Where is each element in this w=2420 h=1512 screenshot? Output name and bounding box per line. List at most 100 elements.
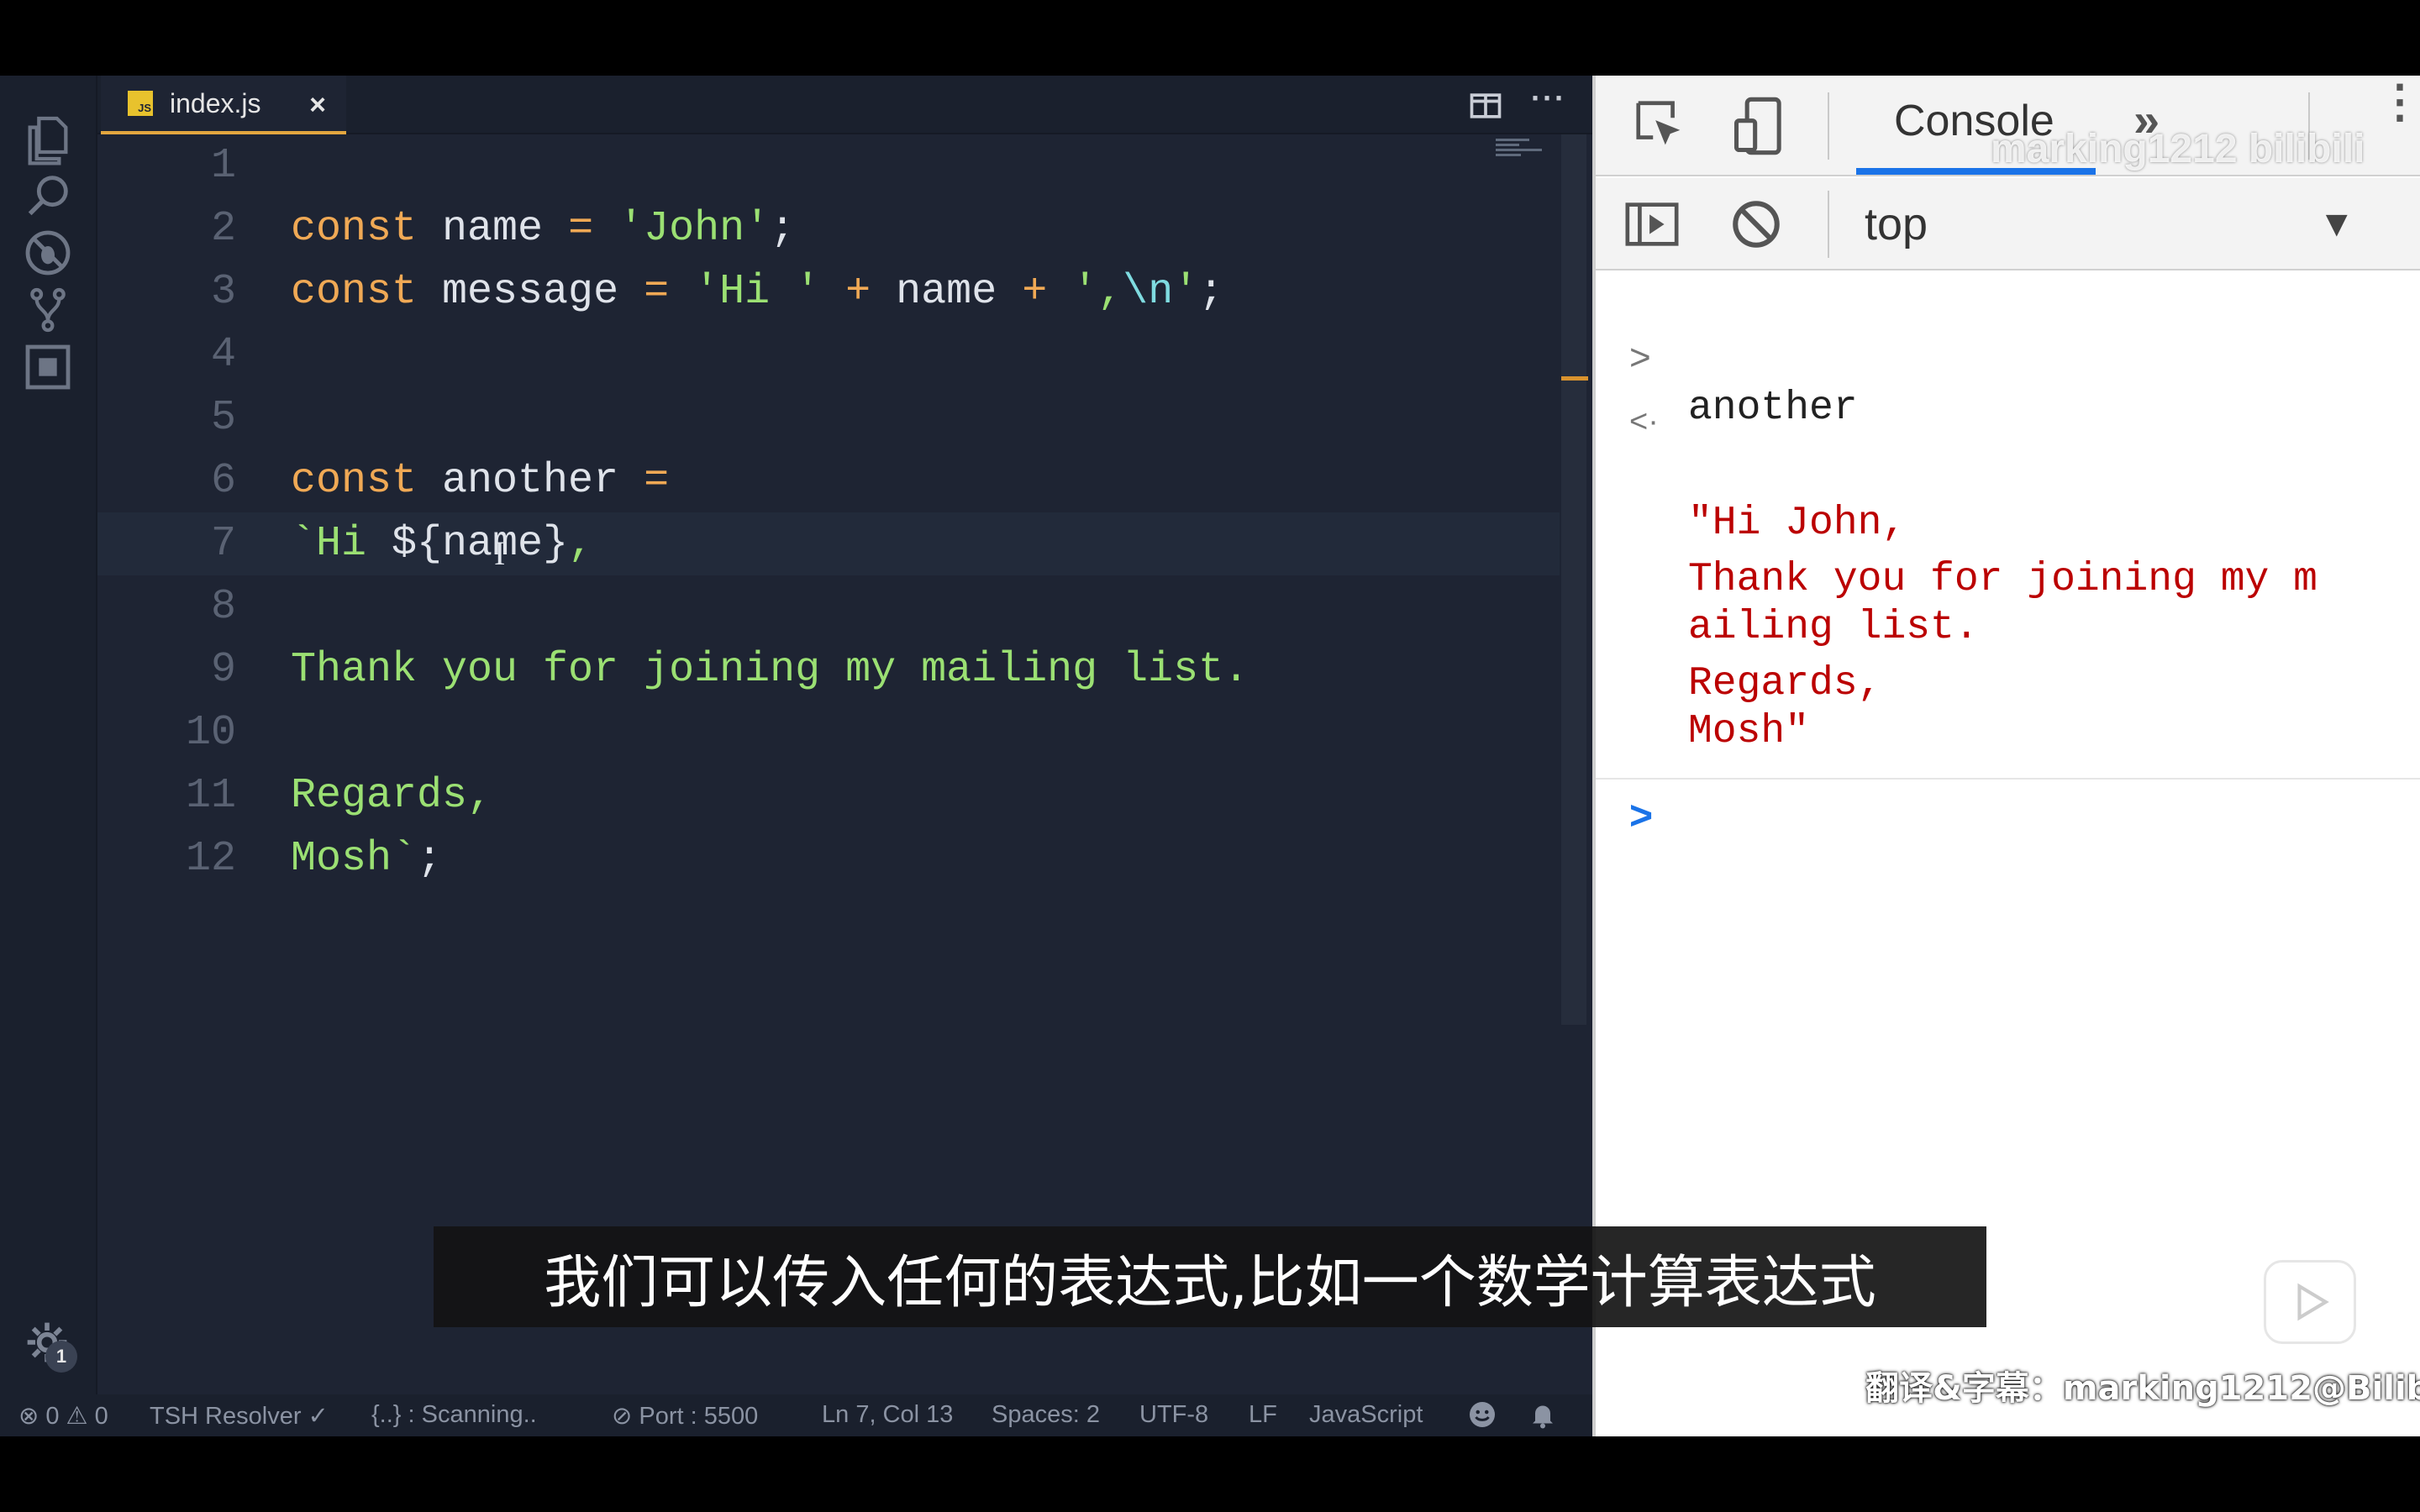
- tab-bar: JS index.js × ···: [97, 76, 1592, 134]
- code-token: ;: [417, 835, 443, 883]
- line-number: 9: [210, 646, 236, 694]
- inspect-element-icon[interactable]: [1631, 96, 1690, 155]
- code-token: 'John': [618, 205, 771, 253]
- code-token: ': [1173, 268, 1199, 316]
- eol-setting[interactable]: LF: [1249, 1401, 1277, 1429]
- code-text: const name = 'John';: [291, 197, 795, 260]
- code-token: ${: [392, 520, 443, 568]
- clear-console-icon[interactable]: [1728, 197, 1784, 252]
- kebab-menu-icon[interactable]: ⋮: [2377, 79, 2420, 123]
- console-toolbar: top ▼: [1596, 178, 2420, 270]
- line-number: 5: [210, 394, 236, 442]
- line-number: 11: [185, 772, 236, 820]
- js-file-icon: JS: [128, 91, 153, 116]
- code-token: \n: [1123, 268, 1174, 316]
- toolbar-separator: [1828, 191, 1829, 258]
- bell-icon[interactable]: [1528, 1399, 1558, 1430]
- code-text: Thank you for joining my mailing list.: [291, 638, 1249, 701]
- cursor-position[interactable]: Ln 7, Col 13: [822, 1401, 953, 1429]
- scroll-position-marker: [1561, 376, 1588, 381]
- code-line[interactable]: 5: [97, 386, 1560, 449]
- code-text: Regards,: [291, 764, 492, 827]
- play-button[interactable]: [2264, 1260, 2356, 1344]
- console-divider: [1596, 778, 2420, 780]
- settings-gear[interactable]: 1: [24, 1319, 82, 1378]
- code-line[interactable]: 4: [97, 323, 1560, 386]
- code-token: name: [417, 205, 569, 253]
- code-line[interactable]: 3 const message = 'Hi ' + name + ',\n';: [97, 260, 1560, 323]
- search-icon[interactable]: [18, 166, 77, 225]
- code-area[interactable]: 1 2 const name = 'John'; 3 const message = '…: [97, 134, 1560, 1394]
- indentation-setting[interactable]: Spaces: 2: [992, 1401, 1100, 1429]
- tab-index-js[interactable]: JS index.js ×: [101, 76, 346, 134]
- devtools-toolbar: Console » ⋮ marking1212 bilibili: [1596, 76, 2420, 176]
- encoding-setting[interactable]: UTF-8: [1139, 1401, 1208, 1429]
- code-text: const another =: [291, 449, 669, 512]
- code-text: Mosh`;: [291, 827, 442, 890]
- minimap[interactable]: [1496, 139, 1548, 164]
- video-subtitle: 我们可以传入任何的表达式,比如一个数学计算表达式: [434, 1226, 1986, 1327]
- code-line[interactable]: 8: [97, 575, 1560, 638]
- more-actions-icon[interactable]: ···: [1531, 81, 1566, 116]
- code-line[interactable]: 2 const name = 'John';: [97, 197, 1560, 260]
- code-text: `Hi ${name},: [291, 512, 593, 575]
- code-line[interactable]: 6 const another =: [97, 449, 1560, 512]
- scanning-status[interactable]: {..} : Scanning..: [371, 1401, 537, 1429]
- code-text: const message = 'Hi ' + name + ',\n';: [291, 260, 1223, 323]
- code-token: const: [291, 457, 418, 505]
- split-editor-icon[interactable]: [1467, 87, 1504, 124]
- language-mode[interactable]: JavaScript: [1309, 1401, 1423, 1429]
- line-number: 2: [210, 205, 236, 253]
- text-cursor-icon: I: [494, 534, 506, 572]
- code-token: =: [644, 268, 670, 316]
- explorer-icon[interactable]: [18, 109, 77, 168]
- source-control-icon[interactable]: [18, 281, 77, 339]
- sidebar-toggle-icon[interactable]: [1623, 195, 1681, 254]
- chevron-down-icon[interactable]: ▼: [2318, 203, 2355, 245]
- code-token: message: [417, 268, 644, 316]
- debug-icon[interactable]: [18, 223, 77, 282]
- console-result-text: "Hi John, Thank you for joining my m ailin…: [1688, 500, 2317, 756]
- code-token: name: [442, 520, 544, 568]
- editor-scrollbar[interactable]: [1561, 134, 1586, 1025]
- letterbox-bottom: [0, 1436, 2420, 1512]
- code-token: Mosh`: [291, 835, 418, 883]
- code-line[interactable]: 1: [97, 134, 1560, 197]
- code-line[interactable]: 9 Thank you for joining my mailing list.: [97, 638, 1560, 701]
- code-token: const: [291, 268, 418, 316]
- line-number: 4: [210, 331, 236, 379]
- bilibili-watermark: marking1212 bilibili: [1991, 127, 2365, 171]
- execution-context-select[interactable]: top: [1865, 198, 1928, 250]
- code-token: name: [871, 268, 1023, 316]
- problems-indicator[interactable]: ⊗ 0 ⚠ 0: [18, 1401, 108, 1431]
- smiley-feedback-icon[interactable]: [1467, 1399, 1497, 1430]
- code-token: +: [1022, 268, 1048, 316]
- code-token: ,: [568, 520, 594, 568]
- code-line[interactable]: 12 Mosh`;: [97, 827, 1560, 890]
- live-server-port[interactable]: ⊘ Port : 5500: [612, 1401, 758, 1431]
- activity-bar: 1: [0, 76, 97, 1394]
- code-token: 'Hi ': [694, 268, 821, 316]
- device-toolbar-icon[interactable]: [1728, 94, 1792, 158]
- code-token: `Hi: [291, 520, 392, 568]
- code-line[interactable]: 10: [97, 701, 1560, 764]
- tsh-resolver-status[interactable]: TSH Resolver ✓: [150, 1401, 329, 1431]
- console-output-line: Regards,: [1688, 661, 1882, 706]
- console-output-line: "Hi John,: [1688, 501, 1907, 546]
- console-output-line: Mosh": [1688, 709, 1810, 754]
- close-icon[interactable]: ×: [309, 89, 326, 122]
- output-prompt-icon: <·: [1629, 404, 1659, 439]
- code-token: =: [568, 205, 594, 253]
- settings-badge: 1: [45, 1341, 77, 1373]
- line-number: 10: [185, 709, 236, 757]
- code-line[interactable]: 11 Regards,: [97, 764, 1560, 827]
- console-prompt-icon[interactable]: >: [1629, 793, 1653, 839]
- console-result-entry: <· "Hi John, Thank you for joining my m ai…: [1596, 356, 2420, 754]
- code-token: =: [644, 457, 670, 505]
- console-output-line: Thank you for joining my m: [1688, 557, 2317, 602]
- line-number: 1: [210, 142, 236, 190]
- code-line[interactable]: 7 `Hi ${name},: [97, 512, 1560, 575]
- extensions-icon[interactable]: [18, 338, 77, 396]
